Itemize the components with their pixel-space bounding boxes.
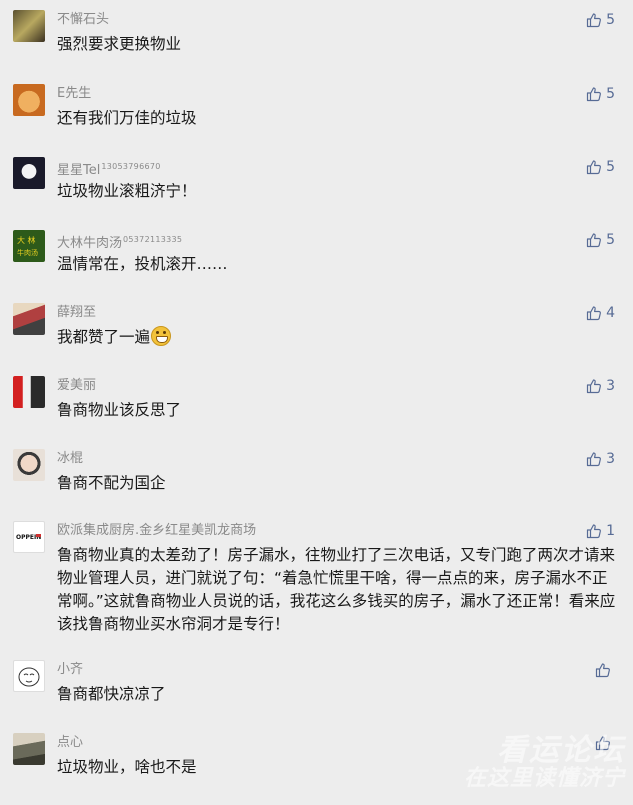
like-count: 5: [606, 232, 615, 248]
avatar[interactable]: OPPEIN: [13, 521, 45, 553]
comment-text: 我都赞了一遍: [57, 326, 617, 349]
like-count: 3: [606, 451, 615, 467]
like-button[interactable]: 5: [586, 230, 615, 250]
commenter-name: 不懈石头: [57, 12, 110, 27]
comment-text: 鲁商不配为国企: [57, 474, 166, 492]
avatar[interactable]: [13, 733, 45, 765]
thumbs-up-icon: [586, 160, 602, 175]
commenter-name: 欧派集成厨房.金乡红星美凯龙商场: [57, 523, 257, 538]
commenter-name: 冰棍: [57, 451, 84, 466]
like-button[interactable]: 5: [586, 84, 615, 104]
brand-logo-icon: OPPEIN: [16, 534, 41, 541]
thumbs-up-icon: [586, 233, 602, 248]
like-count: 4: [606, 305, 615, 321]
svg-text:大 林: 大 林: [17, 235, 36, 245]
like-button[interactable]: 4: [586, 303, 615, 323]
like-count: 1: [606, 523, 615, 539]
thumbs-up-icon: [586, 87, 602, 102]
like-button[interactable]: 3: [586, 376, 615, 396]
comment-text: 鲁商都快凉凉了: [57, 685, 166, 703]
comment-text-body: 我都赞了一遍: [57, 328, 151, 346]
commenter-name-text: 大林牛肉汤: [57, 236, 123, 251]
like-count: 5: [606, 86, 615, 102]
commenter-phone: 05372113335: [123, 235, 183, 244]
commenter-name: 爱美丽: [57, 378, 97, 393]
commenter-phone: 13053796670: [101, 162, 161, 171]
thumbs-up-icon: [595, 663, 610, 678]
commenter-name: 星星Tel13053796670: [57, 157, 161, 178]
thumbs-up-icon: [586, 524, 602, 539]
avatar[interactable]: [13, 10, 45, 42]
commenter-name: 点心: [57, 735, 84, 750]
svg-text:牛肉汤: 牛肉汤: [17, 248, 38, 257]
avatar[interactable]: [13, 157, 45, 189]
comment-text: 垃圾物业滚粗济宁！: [57, 182, 197, 200]
like-count: 3: [606, 378, 615, 394]
thumbs-up-icon: [586, 13, 602, 28]
watermark-line2: 在这里读懂济宁: [463, 765, 625, 791]
commenter-name: 薛翔至: [57, 305, 97, 320]
like-button[interactable]: [595, 660, 615, 680]
comment-text: 鲁商物业该反思了: [57, 401, 182, 419]
like-button[interactable]: 5: [586, 157, 615, 177]
thumbs-up-icon: [586, 379, 602, 394]
comment-text: 鲁商物业真的太差劲了！房子漏水，往物业打了三次电话，又专门跑了两次才请来物业管理…: [57, 546, 616, 633]
commenter-name: E先生: [57, 86, 92, 101]
like-button[interactable]: 1: [586, 521, 615, 541]
brand-logo-icon: 大 林牛肉汤: [17, 235, 38, 257]
avatar[interactable]: [13, 449, 45, 481]
comment-text: 强烈要求更换物业: [57, 35, 182, 53]
watermark-line1: 看运论坛: [497, 732, 625, 768]
comment-text: 温情常在，投机滚开……: [57, 255, 228, 273]
grin-emoji-icon: [151, 326, 172, 346]
commenter-name: 小齐: [57, 662, 84, 677]
avatar[interactable]: [13, 303, 45, 335]
like-button[interactable]: 5: [586, 10, 615, 30]
avatar[interactable]: [13, 376, 45, 408]
like-count: 5: [606, 159, 615, 175]
avatar[interactable]: [13, 660, 45, 692]
cartoon-face-icon: [18, 667, 40, 687]
site-watermark: 看运论坛 在这里读懂济宁: [464, 734, 625, 791]
like-count: 5: [606, 12, 615, 28]
commenter-name: 大林牛肉汤05372113335: [57, 230, 183, 251]
avatar[interactable]: 大 林牛肉汤: [13, 230, 45, 262]
like-button[interactable]: 3: [586, 449, 615, 469]
avatar[interactable]: [13, 84, 45, 116]
thumbs-up-icon: [586, 306, 602, 321]
thumbs-up-icon: [586, 452, 602, 467]
commenter-name-text: 星星Tel: [57, 163, 101, 178]
comment-text: 还有我们万佳的垃圾: [57, 109, 197, 127]
